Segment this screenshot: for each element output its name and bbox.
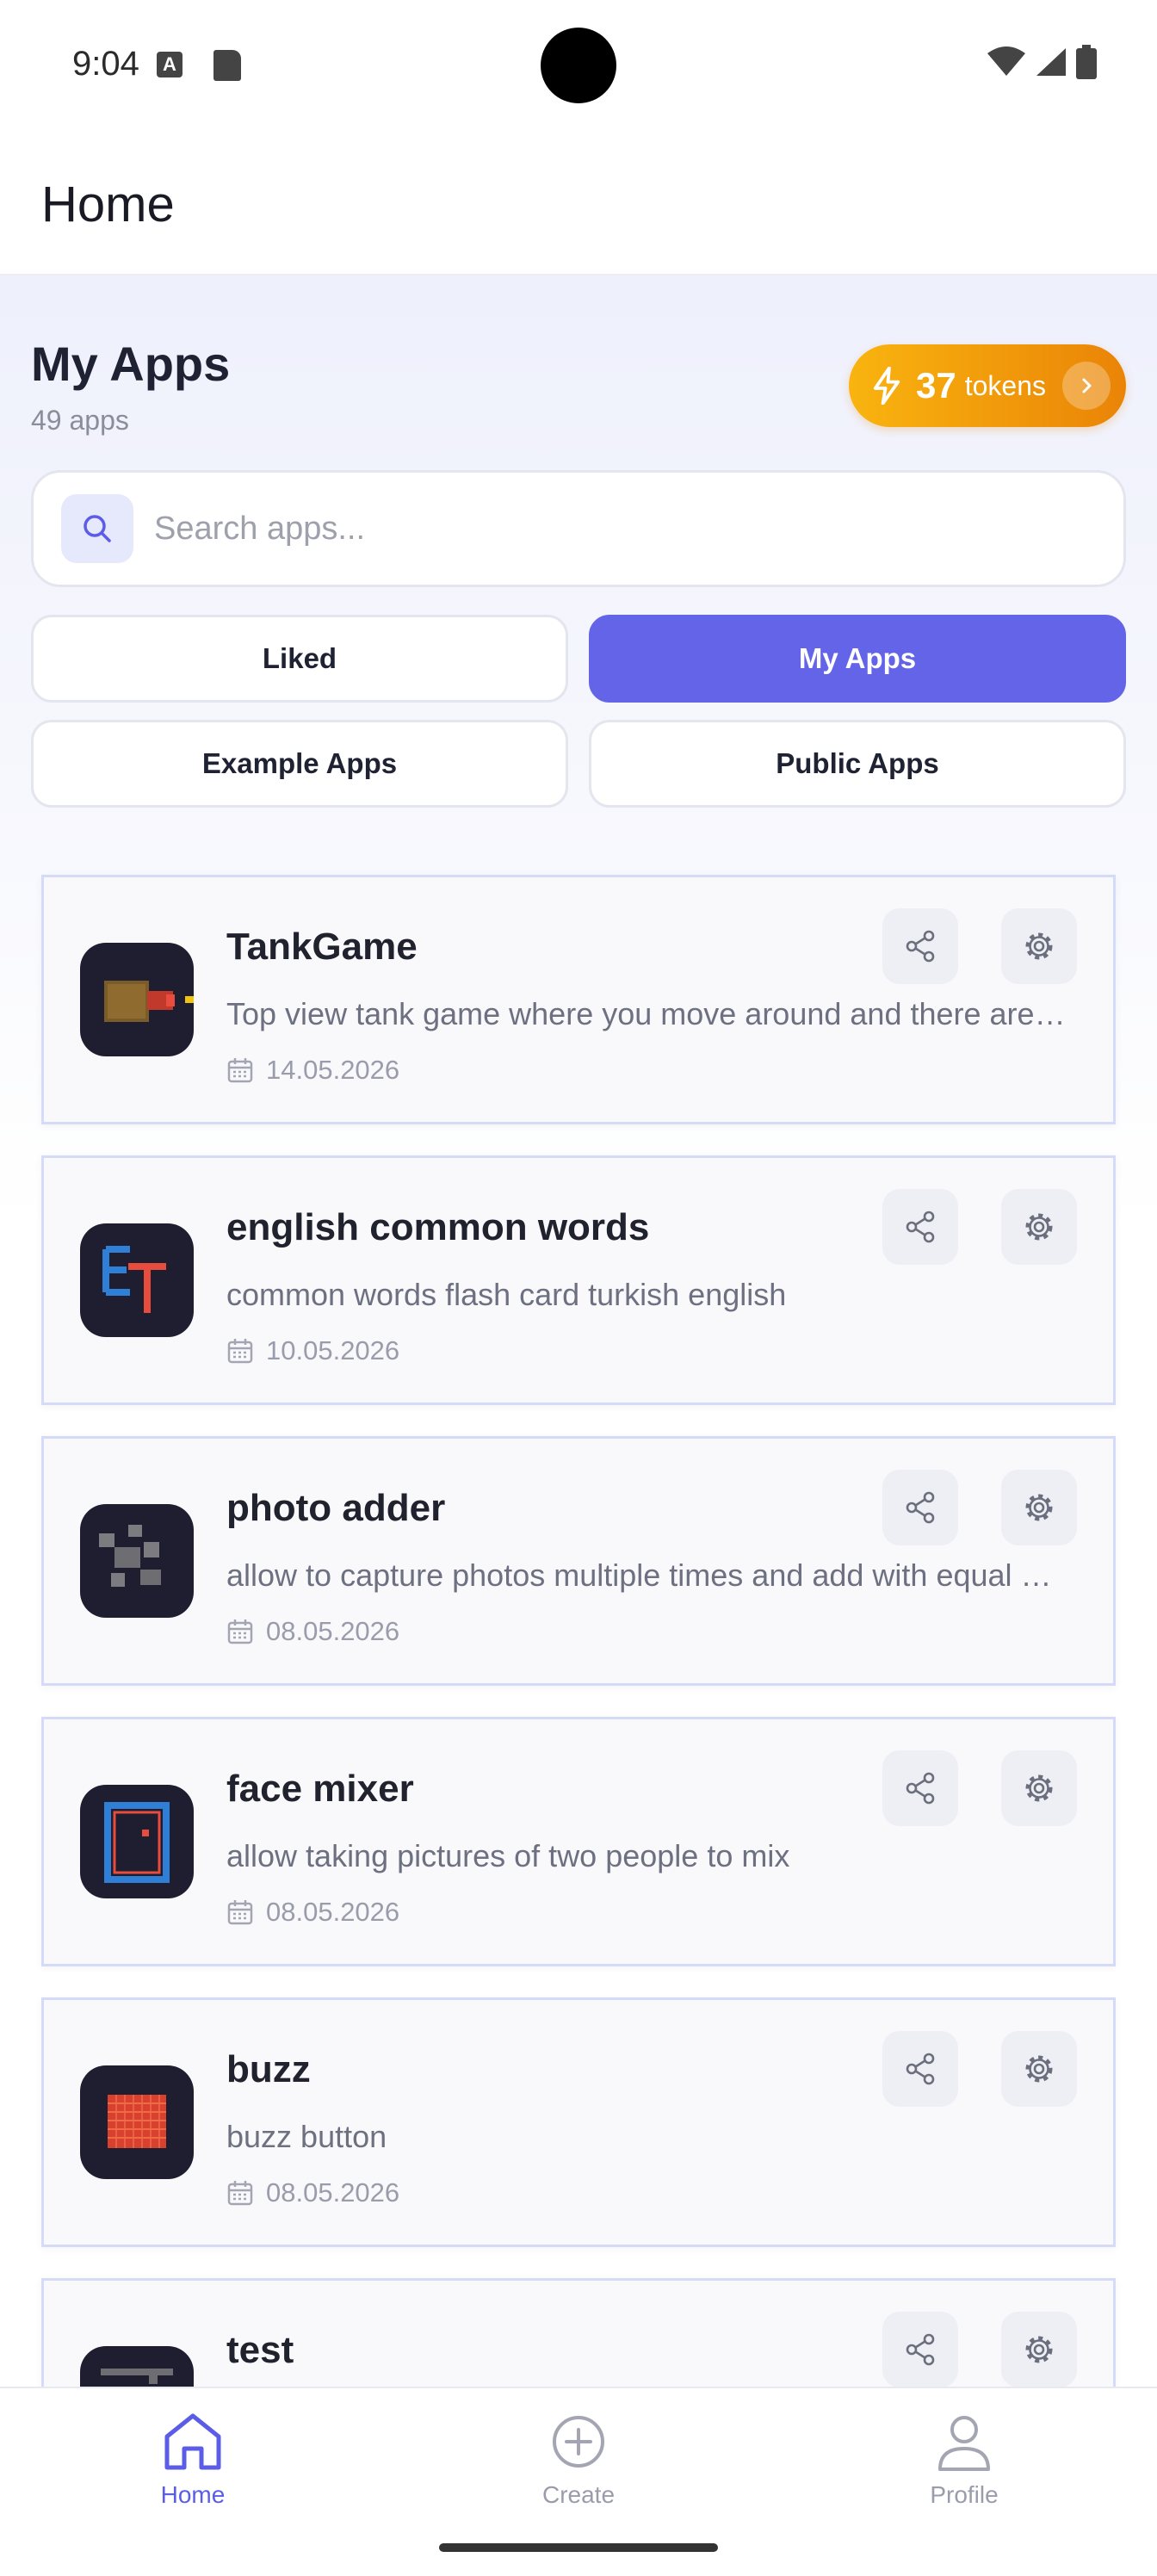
app-title: face mixer <box>226 1768 414 1810</box>
app-title: photo adder <box>226 1487 446 1529</box>
app-title: TankGame <box>226 926 418 968</box>
app-date: 08.05.2026 <box>266 1897 400 1927</box>
calendar-icon <box>227 1900 253 1925</box>
settings-button[interactable] <box>1001 1470 1077 1545</box>
app-card[interactable]: photo adder allow to capture photos mult… <box>41 1436 1116 1686</box>
share-icon <box>906 1772 935 1805</box>
app-description: buzz button <box>226 2119 387 2154</box>
apps-count: 49 apps <box>31 405 129 436</box>
app-date-row: 14.05.2026 <box>226 1055 399 1086</box>
app-date-row: 10.05.2026 <box>226 1335 399 1366</box>
calendar-icon <box>227 1619 253 1644</box>
app-title: english common words <box>226 1206 650 1248</box>
search-input[interactable] <box>154 510 1058 548</box>
red-grid-icon <box>80 2065 194 2179</box>
wifi-icon <box>987 46 1025 76</box>
main-content[interactable]: My Apps 49 apps 37 tokens Liked My Apps … <box>0 276 1157 2387</box>
app-date: 14.05.2026 <box>266 1055 400 1085</box>
app-title: test <box>226 2329 294 2371</box>
tokens-count: 37 <box>916 365 956 406</box>
app-date: 08.05.2026 <box>266 1616 400 1646</box>
plus-circle-icon <box>553 2416 604 2468</box>
share-icon <box>906 1491 935 1524</box>
section-title: My Apps <box>31 337 231 391</box>
app-header: Home <box>0 129 1157 276</box>
status-icons <box>987 45 1097 79</box>
gear-icon <box>1025 932 1053 960</box>
app-card[interactable]: TankGame Top view tank game where you mo… <box>41 875 1116 1124</box>
app-date: 08.05.2026 <box>266 2177 400 2208</box>
camera-cutout <box>541 28 616 103</box>
page-title: Home <box>41 176 175 232</box>
search-icon <box>61 494 133 563</box>
gear-icon <box>1025 1494 1053 1521</box>
settings-button[interactable] <box>1001 908 1077 984</box>
nav-label-home: Home <box>160 2481 226 2508</box>
text-notification-icon: A <box>157 52 183 77</box>
app-date-row: 08.05.2026 <box>226 1897 399 1928</box>
calendar-icon <box>227 1339 253 1364</box>
app-card[interactable]: english common words common words flash … <box>41 1155 1116 1405</box>
calendar-icon <box>227 2181 253 2206</box>
share-icon <box>906 1211 935 1243</box>
status-time: 9:04 <box>72 45 139 83</box>
app-title: buzz <box>226 2048 311 2090</box>
app-card[interactable]: test <box>41 2278 1116 2387</box>
filter-liked-button[interactable]: Liked <box>31 615 568 703</box>
nav-item-profile[interactable]: Profile <box>835 2409 1093 2509</box>
filter-public-apps-button[interactable]: Public Apps <box>589 720 1126 808</box>
gear-icon <box>1025 2055 1053 2083</box>
person-icon <box>938 2416 990 2471</box>
filter-my-apps-button[interactable]: My Apps <box>589 615 1126 703</box>
lightning-icon <box>873 367 900 405</box>
nav-label-create: Create <box>541 2481 616 2508</box>
share-icon <box>906 2333 935 2366</box>
share-button[interactable] <box>882 1750 958 1826</box>
nav-label-profile: Profile <box>930 2481 999 2508</box>
test-icon <box>80 2346 194 2387</box>
chevron-right-icon <box>1062 362 1111 410</box>
app-description: Top view tank game where you move around… <box>226 996 1070 1031</box>
share-button[interactable] <box>882 2312 958 2387</box>
gear-icon <box>1025 2336 1053 2363</box>
app-date-row: 08.05.2026 <box>226 2177 399 2208</box>
tank-icon <box>80 943 194 1056</box>
app-description: allow to capture photos multiple times a… <box>226 1557 1070 1593</box>
bottom-nav: Home Create Profile <box>0 2387 1157 2576</box>
gear-icon <box>1025 1213 1053 1241</box>
photo-blocks-icon <box>80 1504 194 1618</box>
filter-example-apps-button[interactable]: Example Apps <box>31 720 568 808</box>
app-description: allow taking pictures of two people to m… <box>226 1838 790 1873</box>
gear-icon <box>1025 1774 1053 1802</box>
status-bar: 9:04 A <box>0 0 1157 129</box>
letters-et-icon <box>80 1223 194 1337</box>
tokens-label: tokens <box>964 369 1046 401</box>
app-description: common words flash card turkish english <box>226 1277 787 1312</box>
share-button[interactable] <box>882 1189 958 1265</box>
share-icon <box>906 2053 935 2085</box>
settings-button[interactable] <box>1001 1189 1077 1265</box>
share-button[interactable] <box>882 1470 958 1545</box>
app-card[interactable]: buzz buzz button 08.05.2026 <box>41 1997 1116 2247</box>
share-icon <box>906 930 935 963</box>
nav-item-create[interactable]: Create <box>449 2409 708 2509</box>
share-button[interactable] <box>882 908 958 984</box>
app-date: 10.05.2026 <box>266 1335 400 1365</box>
settings-button[interactable] <box>1001 2031 1077 2107</box>
signal-icon <box>1036 48 1066 76</box>
home-icon <box>164 2413 221 2470</box>
nav-item-home[interactable]: Home <box>64 2409 322 2509</box>
face-frame-icon <box>80 1785 194 1898</box>
gesture-bar[interactable] <box>439 2543 718 2552</box>
tokens-button[interactable]: 37 tokens <box>849 344 1126 427</box>
calendar-icon <box>227 1058 253 1083</box>
sd-card-icon <box>213 50 241 81</box>
settings-button[interactable] <box>1001 2312 1077 2387</box>
app-card[interactable]: face mixer allow taking pictures of two … <box>41 1717 1116 1966</box>
search-box[interactable] <box>31 470 1126 587</box>
share-button[interactable] <box>882 2031 958 2107</box>
app-date-row: 08.05.2026 <box>226 1616 399 1647</box>
battery-icon <box>1076 45 1097 79</box>
settings-button[interactable] <box>1001 1750 1077 1826</box>
